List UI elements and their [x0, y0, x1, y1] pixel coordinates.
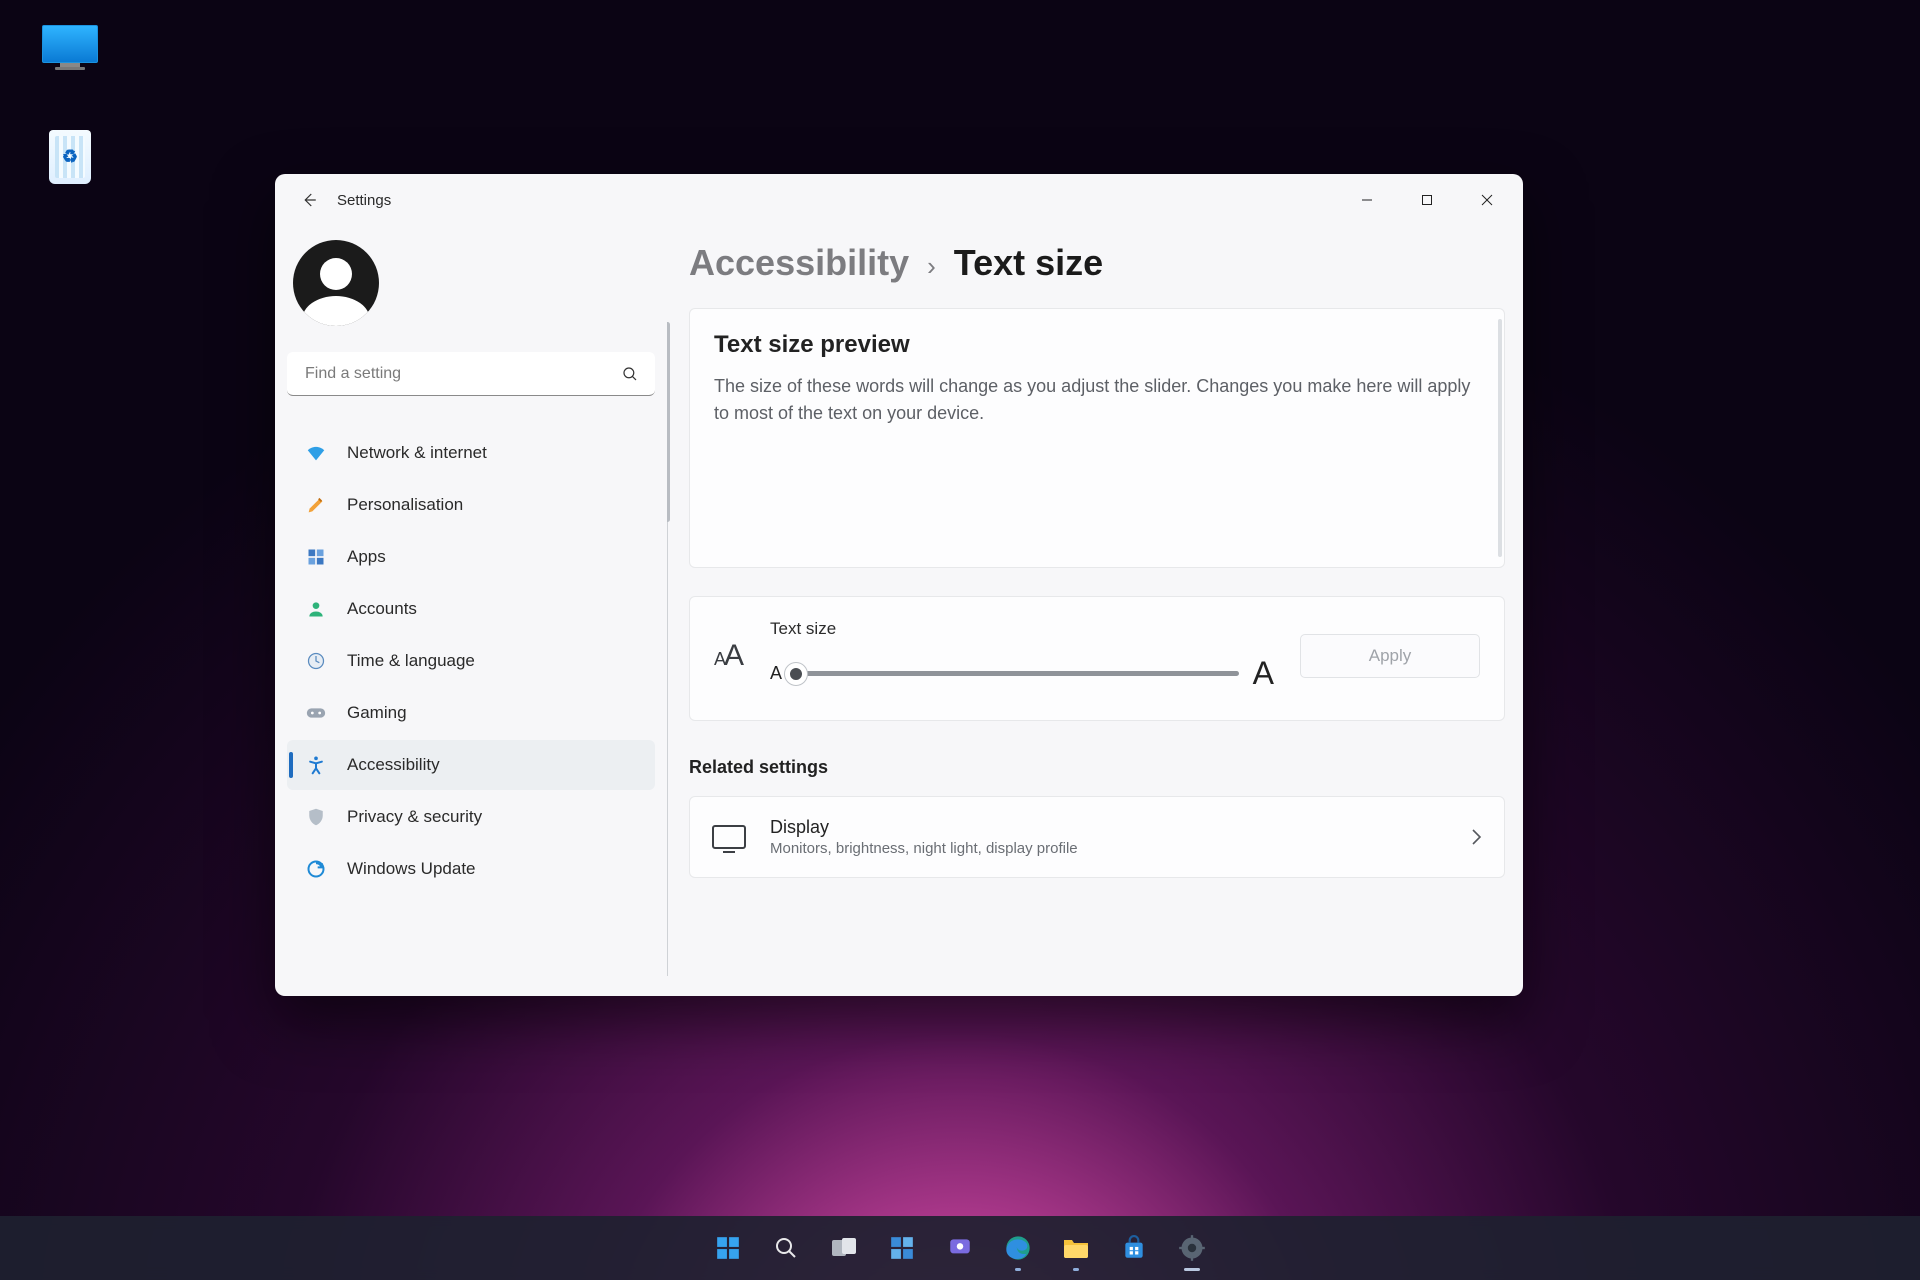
sidebar-item-network[interactable]: Network & internet: [287, 428, 655, 478]
sidebar-item-label: Gaming: [347, 703, 407, 723]
slider-label: Text size: [770, 619, 1274, 639]
gear-icon: [1178, 1234, 1206, 1262]
edge-icon: [1004, 1234, 1032, 1262]
breadcrumb-parent[interactable]: Accessibility: [689, 242, 909, 284]
shield-icon: [305, 806, 327, 828]
sidebar-item-time-language[interactable]: Time & language: [287, 636, 655, 686]
recycle-icon: ♻: [62, 147, 78, 168]
sidebar-item-gaming[interactable]: Gaming: [287, 688, 655, 738]
sidebar-item-label: Accessibility: [347, 755, 440, 775]
back-arrow-icon: [300, 191, 318, 209]
windows-start-icon: [715, 1235, 741, 1261]
user-avatar[interactable]: [293, 240, 379, 326]
sidebar-item-label: Privacy & security: [347, 807, 482, 827]
taskbar-store-button[interactable]: [1108, 1222, 1160, 1274]
sidebar-item-personalisation[interactable]: Personalisation: [287, 480, 655, 530]
desktop-icon-recycle-bin[interactable]: ♻: [25, 130, 115, 184]
text-size-slider-card: AA Text size A A Apply: [689, 596, 1505, 721]
related-subtitle: Monitors, brightness, night light, displ…: [770, 840, 1446, 857]
taskbar: [0, 1216, 1920, 1280]
search-icon: [774, 1236, 798, 1260]
apps-icon: [305, 546, 327, 568]
related-display-card[interactable]: Display Monitors, brightness, night ligh…: [689, 796, 1505, 878]
taskbar-widgets-button[interactable]: [876, 1222, 928, 1274]
preview-scrollbar[interactable]: [1498, 319, 1502, 557]
sidebar-item-windows-update[interactable]: Windows Update: [287, 844, 655, 894]
sidebar-item-apps[interactable]: Apps: [287, 532, 655, 582]
chevron-right-icon: ›: [927, 251, 936, 282]
widgets-icon: [889, 1235, 915, 1261]
slider-thumb[interactable]: [785, 663, 807, 685]
nav-list: Network & internet Personalisation Apps …: [287, 428, 655, 894]
chevron-right-icon: [1470, 828, 1482, 846]
sidebar-item-accounts[interactable]: Accounts: [287, 584, 655, 634]
accessibility-icon: [305, 754, 327, 776]
task-view-icon: [831, 1237, 857, 1259]
text-size-aa-icon: AA: [714, 639, 744, 673]
display-icon: [712, 825, 746, 849]
minimize-button[interactable]: [1337, 179, 1397, 221]
content-pane: Accessibility › Text size Text size prev…: [667, 226, 1523, 996]
close-button[interactable]: [1457, 179, 1517, 221]
search-icon: [621, 365, 639, 383]
sidebar-item-label: Time & language: [347, 651, 475, 671]
taskbar-task-view-button[interactable]: [818, 1222, 870, 1274]
store-icon: [1121, 1235, 1147, 1261]
related-title: Display: [770, 817, 1446, 838]
breadcrumb: Accessibility › Text size: [689, 242, 1505, 284]
maximize-icon: [1421, 194, 1433, 206]
taskbar-search-button[interactable]: [760, 1222, 812, 1274]
update-icon: [305, 858, 327, 880]
gamepad-icon: [305, 702, 327, 724]
sidebar-item-privacy[interactable]: Privacy & security: [287, 792, 655, 842]
apply-button: Apply: [1300, 634, 1480, 678]
sidebar-item-label: Accounts: [347, 599, 417, 619]
minimize-icon: [1361, 194, 1373, 206]
sidebar: Network & internet Personalisation Apps …: [275, 226, 667, 996]
breadcrumb-current: Text size: [954, 242, 1103, 284]
close-icon: [1481, 194, 1493, 206]
wifi-icon: [305, 442, 327, 464]
titlebar: Settings: [275, 174, 1523, 226]
sidebar-item-label: Apps: [347, 547, 386, 567]
search-container: [287, 352, 655, 396]
related-settings-heading: Related settings: [689, 757, 1505, 778]
clock-globe-icon: [305, 650, 327, 672]
person-icon: [305, 598, 327, 620]
sidebar-item-label: Personalisation: [347, 495, 463, 515]
window-title: Settings: [337, 192, 391, 209]
slider-max-glyph: A: [1253, 655, 1274, 692]
content-scrollbar[interactable]: [667, 322, 668, 976]
sidebar-item-label: Network & internet: [347, 443, 487, 463]
desktop-icon-this-pc[interactable]: [25, 25, 115, 70]
back-button[interactable]: [291, 182, 327, 218]
taskbar-file-explorer-button[interactable]: [1050, 1222, 1102, 1274]
text-size-slider[interactable]: [796, 671, 1239, 676]
taskbar-chat-button[interactable]: [934, 1222, 986, 1274]
taskbar-start-button[interactable]: [702, 1222, 754, 1274]
settings-window: Settings Network & internet: [275, 174, 1523, 996]
folder-icon: [1062, 1236, 1090, 1260]
preview-body-text: The size of these words will change as y…: [714, 373, 1480, 427]
preview-heading: Text size preview: [714, 331, 1480, 359]
maximize-button[interactable]: [1397, 179, 1457, 221]
sidebar-item-accessibility[interactable]: Accessibility: [287, 740, 655, 790]
taskbar-settings-button[interactable]: [1166, 1222, 1218, 1274]
slider-min-glyph: A: [770, 663, 782, 684]
sidebar-item-label: Windows Update: [347, 859, 476, 879]
paintbrush-icon: [305, 494, 327, 516]
taskbar-edge-button[interactable]: [992, 1222, 1044, 1274]
text-size-preview-card: Text size preview The size of these word…: [689, 308, 1505, 568]
search-input[interactable]: [287, 352, 655, 396]
chat-icon: [947, 1235, 973, 1261]
